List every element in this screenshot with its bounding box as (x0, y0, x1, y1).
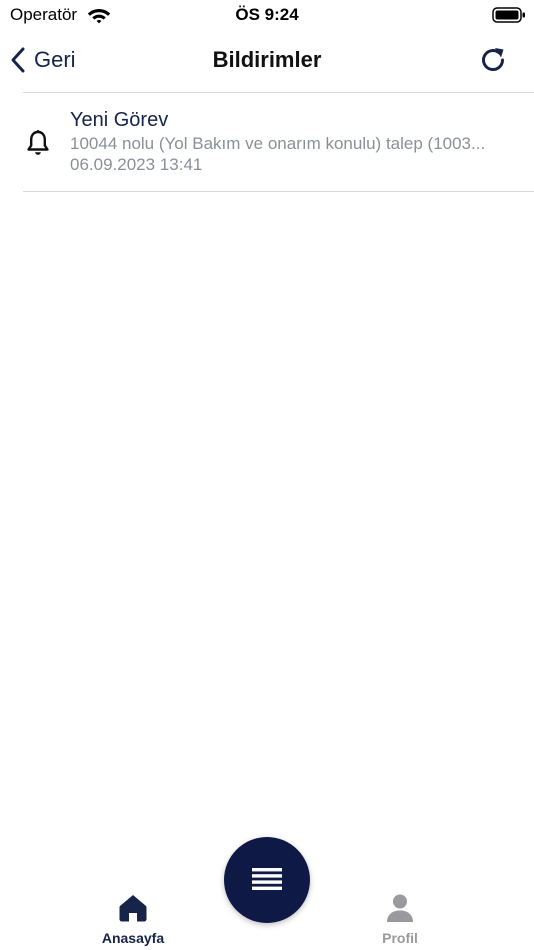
refresh-icon[interactable] (476, 43, 510, 77)
notification-title: Yeni Görev (70, 109, 169, 131)
battery-icon (492, 7, 525, 23)
menu-icon (252, 868, 282, 890)
tab-home[interactable]: Anasayfa (73, 888, 193, 950)
navigation-bar: Geri Bildirimler (0, 32, 534, 92)
tab-profile[interactable]: Profil (340, 888, 460, 950)
notification-item[interactable]: Yeni Görev 10044 nolu (Yol Bakım ve onar… (23, 93, 534, 191)
notification-message: 10044 nolu (Yol Bakım ve onarım konulu) … (70, 134, 486, 153)
user-icon (387, 894, 413, 922)
status-bar: Operatör ÖS 9:24 (0, 0, 534, 32)
list-divider (23, 191, 534, 192)
tab-profile-label: Profil (382, 930, 418, 946)
menu-button[interactable] (224, 837, 310, 923)
clock-time: ÖS 9:24 (235, 5, 299, 24)
tab-home-label: Anasayfa (101, 930, 165, 946)
notification-date: 06.09.2023 13:41 (70, 155, 203, 174)
page-title: Bildirimler (212, 47, 322, 72)
home-icon (119, 895, 147, 922)
bell-icon (27, 130, 49, 155)
